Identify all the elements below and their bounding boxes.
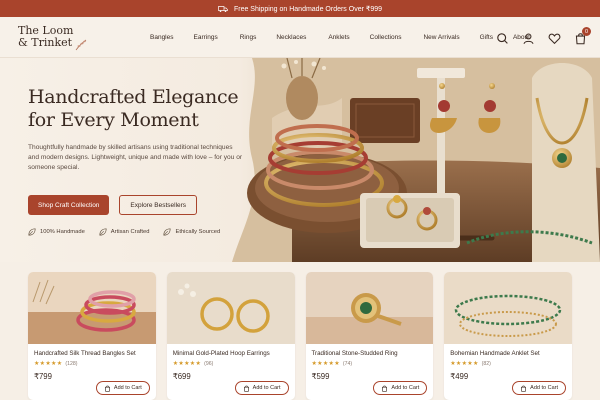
review-count: (96): [204, 360, 214, 367]
feature-item: Ethically Sourced: [163, 228, 220, 236]
bag-icon: [104, 385, 110, 392]
product-rating: ★★★★★ (74): [311, 360, 353, 368]
feature-item: Artisan Crafted: [99, 228, 150, 236]
search-button[interactable]: [494, 30, 510, 46]
user-icon: [523, 33, 533, 44]
add-to-cart-label: Add to Cart: [391, 385, 420, 391]
product-card[interactable]: Minimal Gold-Plated Hoop Earrings ★★★★★ …: [166, 272, 295, 400]
review-count: (82): [481, 360, 491, 367]
announcement-text: Free Shipping on Handmade Orders Over ₹9…: [233, 5, 383, 13]
star-rating-icon: ★★★★★: [34, 361, 63, 367]
review-count: (128): [65, 360, 78, 367]
product-grid: Handcrafted Silk Thread Bangles Set ★★★★…: [28, 272, 572, 400]
explore-bestsellers-button[interactable]: Explore Bestsellers: [119, 195, 198, 215]
add-to-cart-button[interactable]: Add to Cart: [95, 381, 150, 395]
nav-item-earrings[interactable]: Earrings: [194, 34, 218, 41]
star-rating-icon: ★★★★★: [450, 361, 479, 367]
brand-logo[interactable]: The Loom & Trinket: [18, 25, 88, 51]
product-card[interactable]: Bohemian Handmade Anklet Set ★★★★★ (82) …: [444, 272, 572, 400]
product-image: [28, 272, 156, 344]
feature-list: 100% Handmade Artisan Crafted Ethically …: [28, 228, 220, 236]
hero-cta-group: Shop Craft Collection Explore Bestseller…: [28, 195, 198, 215]
add-to-cart-label: Add to Cart: [530, 385, 558, 391]
search-icon: [496, 32, 508, 44]
product-rating: ★★★★★ (128): [34, 360, 78, 368]
header-actions: 0: [494, 27, 591, 47]
add-to-cart-button[interactable]: Add to Cart: [234, 381, 289, 395]
review-count: (74): [342, 360, 353, 367]
add-to-cart-label: Add to Cart: [113, 385, 142, 391]
nav-item-bangles[interactable]: Bangles: [150, 34, 174, 41]
add-to-cart-label: Add to Cart: [252, 385, 281, 391]
feature-label: 100% Handmade: [40, 229, 85, 235]
nav-item-anklets[interactable]: Anklets: [328, 34, 349, 41]
hero-title-line2: for Every Moment: [28, 109, 199, 131]
product-price: ₹499: [450, 372, 469, 381]
hero-title: Handcrafted Elegance for Every Moment: [28, 86, 248, 132]
feature-item: 100% Handmade: [28, 228, 85, 236]
cart-count-badge: 0: [582, 27, 591, 36]
add-to-cart-button[interactable]: Add to Cart: [512, 381, 566, 395]
product-image: [166, 272, 295, 344]
star-rating-icon: ★★★★★: [311, 361, 340, 367]
product-name[interactable]: Traditional Stone-Studded Ring: [312, 350, 398, 357]
primary-nav: Bangles Earrings Rings Necklaces Anklets Coll…: [150, 17, 530, 58]
nav-item-gifts[interactable]: Gifts: [480, 34, 493, 41]
nav-item-collections[interactable]: Collections: [370, 34, 402, 41]
bag-icon: [382, 385, 388, 392]
hero-subtitle: Thoughtfully handmade by skilled artisan…: [28, 144, 243, 171]
product-rating: ★★★★★ (82): [450, 360, 491, 368]
wishlist-button[interactable]: [546, 30, 562, 46]
shop-collection-button[interactable]: Shop Craft Collection: [28, 195, 110, 215]
cart-button[interactable]: 0: [572, 27, 591, 46]
nav-item-new-arrivals[interactable]: New Arrivals: [423, 34, 459, 41]
product-card[interactable]: Traditional Stone-Studded Ring ★★★★★ (74…: [305, 272, 434, 400]
star-rating-icon: ★★★★★: [172, 361, 202, 367]
leaf-icon: [99, 228, 107, 236]
bag-icon: [243, 385, 249, 392]
hero-copy: Handcrafted Elegance for Every Moment Th…: [28, 86, 248, 173]
main-header: The Loom & Trinket Bangles Earrings Rings N…: [0, 17, 600, 58]
product-card[interactable]: Handcrafted Silk Thread Bangles Set ★★★★…: [28, 272, 156, 400]
feature-label: Ethically Sourced: [175, 229, 221, 235]
nav-item-necklaces[interactable]: Necklaces: [276, 34, 306, 41]
add-to-cart-button[interactable]: Add to Cart: [373, 381, 428, 395]
hero-title-line1: Handcrafted Elegance: [28, 86, 239, 108]
product-rating: ★★★★★ (96): [172, 360, 214, 368]
bag-icon: [521, 385, 527, 392]
product-image: [305, 272, 434, 344]
heart-icon: [548, 33, 560, 44]
product-image: [444, 272, 572, 344]
feature-label: Artisan Crafted: [110, 229, 150, 235]
announcement-bar: Free Shipping on Handmade Orders Over ₹9…: [0, 0, 600, 17]
account-button[interactable]: [520, 30, 536, 46]
hero-banner: Handcrafted Elegance for Every Moment Th…: [0, 58, 600, 262]
truck-icon: [218, 5, 228, 12]
hero-jewelry-image: [232, 58, 600, 262]
nav-item-rings[interactable]: Rings: [240, 34, 257, 41]
product-price: ₹799: [34, 372, 52, 381]
product-name[interactable]: Bohemian Handmade Anklet Set: [450, 350, 539, 357]
product-name[interactable]: Minimal Gold-Plated Hoop Earrings: [173, 350, 270, 357]
product-name[interactable]: Handcrafted Silk Thread Bangles Set: [34, 350, 136, 357]
leaf-icon: [28, 228, 36, 236]
sprig-icon: [75, 39, 87, 51]
product-price: ₹599: [311, 372, 330, 381]
leaf-icon: [163, 228, 172, 236]
product-price: ₹699: [172, 372, 191, 381]
